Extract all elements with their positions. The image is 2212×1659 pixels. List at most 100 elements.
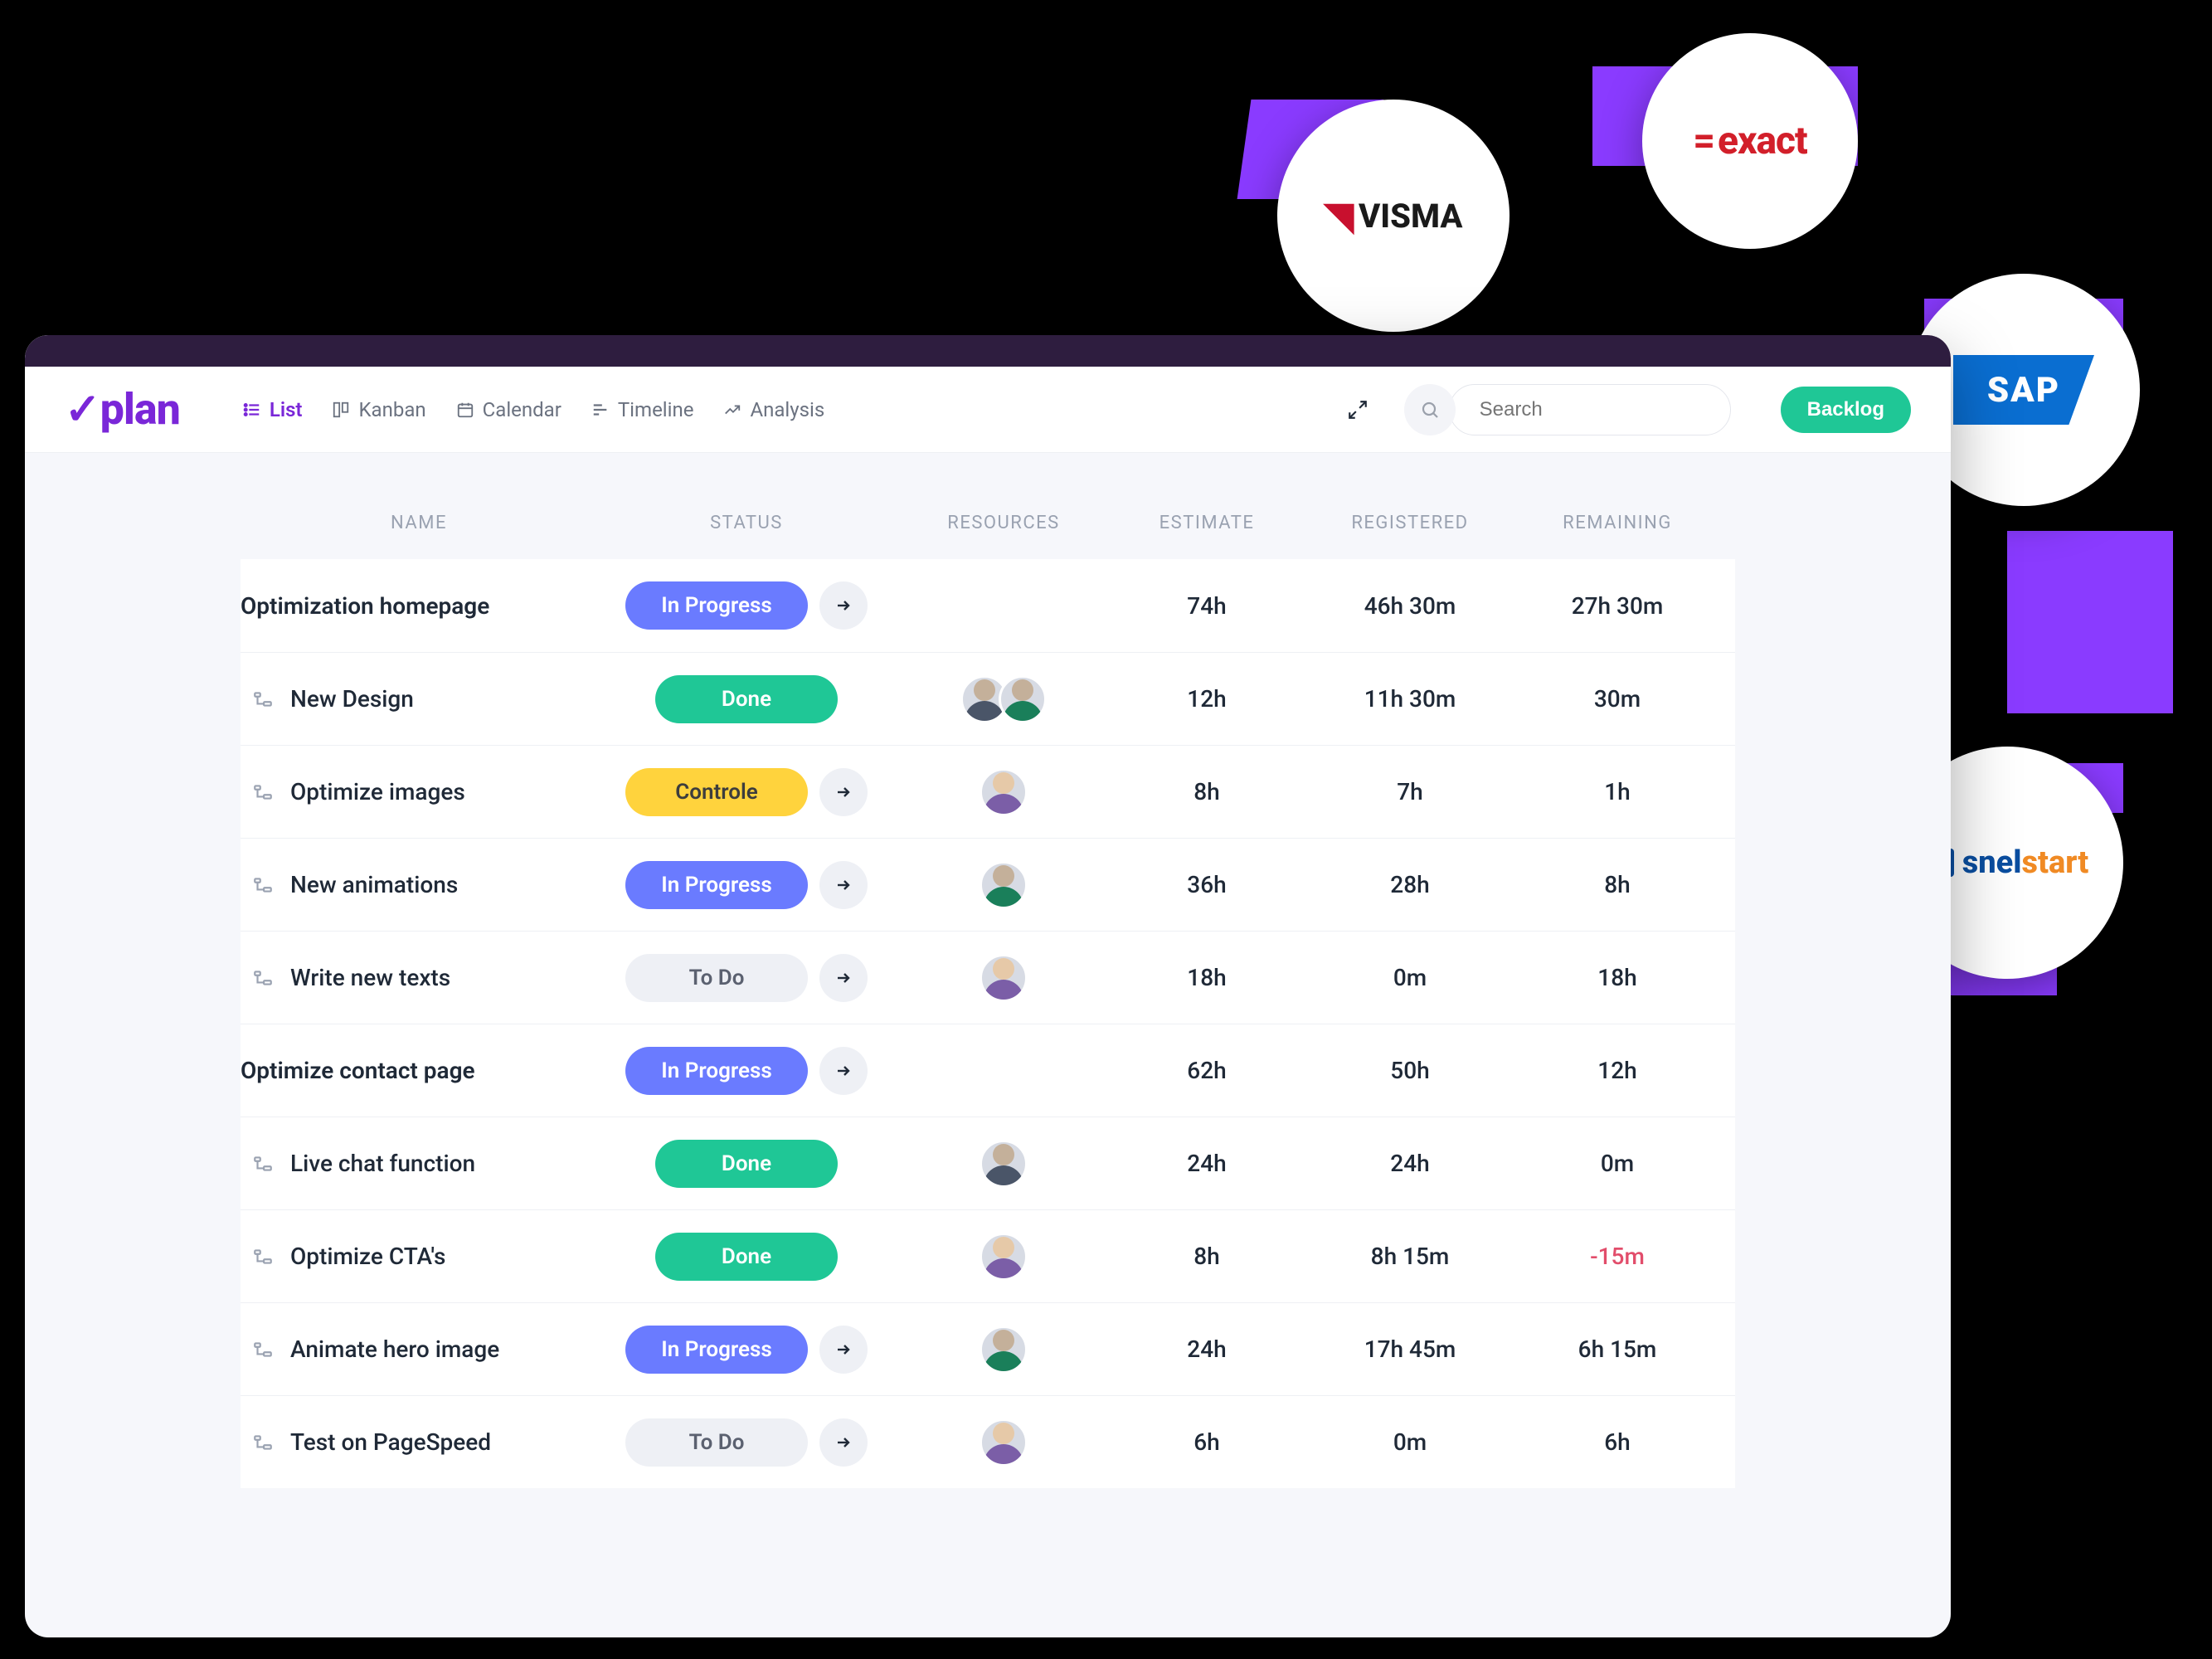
subtask-icon: [252, 1246, 274, 1267]
remaining-cell: 6h 15m: [1518, 1335, 1717, 1363]
calendar-icon: [456, 401, 474, 419]
resources-cell: [896, 1140, 1111, 1188]
expand-button[interactable]: [1341, 393, 1374, 426]
table-row[interactable]: Live chat functionDone24h24h0m: [241, 1117, 1735, 1209]
integration-label: exact: [1718, 119, 1807, 163]
col-remaining: REMAINING: [1518, 513, 1717, 533]
integration-visma: ◥ VISMA: [1277, 100, 1510, 332]
status-advance-button[interactable]: [819, 581, 868, 630]
subtask-icon: [252, 1339, 274, 1360]
status-pill[interactable]: In Progress: [625, 1326, 808, 1374]
tab-label: Calendar: [483, 398, 562, 421]
avatar-stack[interactable]: [980, 861, 1028, 909]
task-name-cell: Write new texts: [241, 964, 597, 991]
view-tabs: List Kanban Calendar Timeline: [243, 398, 824, 421]
resources-cell: [896, 1326, 1111, 1374]
task-name: New animations: [290, 871, 458, 898]
status-pill[interactable]: Done: [655, 1140, 838, 1188]
sap-logo: SAP: [1953, 355, 2094, 425]
status-advance-button[interactable]: [819, 1326, 868, 1374]
status-pill[interactable]: To Do: [625, 1418, 808, 1467]
table-row[interactable]: New Design Done 12h11h 30m30m: [241, 652, 1735, 745]
tab-list[interactable]: List: [243, 398, 303, 421]
remaining-cell: 1h: [1518, 778, 1717, 805]
task-name-cell: New animations: [241, 871, 597, 898]
estimate-cell: 62h: [1111, 1057, 1302, 1084]
subtask-icon: [252, 688, 274, 710]
task-name: Test on PageSpeed: [290, 1428, 491, 1456]
table-row[interactable]: Optimize imagesControle8h7h1h: [241, 745, 1735, 838]
status-advance-button[interactable]: [819, 861, 868, 909]
avatar[interactable]: [980, 768, 1028, 816]
backlog-button[interactable]: Backlog: [1781, 387, 1911, 433]
remaining-cell: 6h: [1518, 1428, 1717, 1456]
table-row[interactable]: Animate hero imageIn Progress24h17h 45m6…: [241, 1302, 1735, 1395]
status-pill[interactable]: Controle: [625, 768, 808, 816]
table-row[interactable]: Optimize contact pageIn Progress62h50h12…: [241, 1024, 1735, 1117]
analysis-icon: [723, 401, 741, 419]
search-input[interactable]: [1449, 384, 1731, 435]
avatar[interactable]: [980, 1233, 1028, 1281]
avatar-stack[interactable]: [980, 1140, 1028, 1188]
search: [1404, 384, 1731, 435]
remaining-cell: 30m: [1518, 685, 1717, 713]
task-name-cell: Optimize CTA's: [241, 1243, 597, 1270]
integration-exact: =exact: [1642, 33, 1858, 249]
status-pill[interactable]: Done: [655, 675, 838, 723]
avatar-stack[interactable]: [980, 1233, 1028, 1281]
window-titlebar: [25, 335, 1951, 367]
tab-calendar[interactable]: Calendar: [456, 398, 562, 421]
avatar-stack[interactable]: [980, 768, 1028, 816]
table-header: NAME STATUS RESOURCES ESTIMATE REGISTERE…: [241, 486, 1735, 559]
avatar[interactable]: [999, 675, 1047, 723]
status-advance-button[interactable]: [819, 768, 868, 816]
integration-label: start: [2021, 844, 2088, 881]
avatar[interactable]: [980, 954, 1028, 1002]
subtask-icon: [252, 1432, 274, 1453]
status-pill[interactable]: To Do: [625, 954, 808, 1002]
table-row[interactable]: Write new textsTo Do18h0m18h: [241, 931, 1735, 1024]
status-pill[interactable]: Done: [655, 1233, 838, 1281]
tab-timeline[interactable]: Timeline: [591, 398, 694, 421]
status-cell: To Do: [597, 1418, 896, 1467]
estimate-cell: 12h: [1111, 685, 1302, 713]
avatar[interactable]: [980, 1418, 1028, 1467]
registered-cell: 11h 30m: [1302, 685, 1518, 713]
status-pill[interactable]: In Progress: [625, 581, 808, 630]
table-row[interactable]: Test on PageSpeedTo Do6h0m6h: [241, 1395, 1735, 1488]
list-icon: [243, 401, 261, 419]
status-advance-button[interactable]: [819, 1047, 868, 1095]
task-name-cell: Optimize contact page: [241, 1057, 597, 1084]
avatar-stack[interactable]: [980, 954, 1028, 1002]
task-name-cell: Test on PageSpeed: [241, 1428, 597, 1456]
status-cell: In Progress: [597, 581, 896, 630]
avatar[interactable]: [980, 1326, 1028, 1374]
integration-label: snel: [1962, 844, 2022, 881]
table-row[interactable]: Optimize CTA'sDone8h8h 15m-15m: [241, 1209, 1735, 1302]
estimate-cell: 6h: [1111, 1428, 1302, 1456]
avatar-stack[interactable]: [980, 1418, 1028, 1467]
status-advance-button[interactable]: [819, 954, 868, 1002]
app-logo: ✓plan: [65, 384, 180, 435]
remaining-cell: 8h: [1518, 871, 1717, 898]
subtask-icon: [252, 874, 274, 896]
status-pill[interactable]: In Progress: [625, 861, 808, 909]
table-row[interactable]: New animationsIn Progress36h28h8h: [241, 838, 1735, 931]
estimate-cell: 24h: [1111, 1335, 1302, 1363]
tab-analysis[interactable]: Analysis: [723, 398, 824, 421]
search-icon[interactable]: [1404, 384, 1456, 435]
task-name-cell: New Design: [241, 685, 597, 713]
task-name-cell: Optimize images: [241, 778, 597, 805]
status-pill[interactable]: In Progress: [625, 1047, 808, 1095]
status-advance-button[interactable]: [819, 1418, 868, 1467]
tab-kanban[interactable]: Kanban: [332, 398, 425, 421]
table-row[interactable]: Optimization homepageIn Progress74h46h 3…: [241, 559, 1735, 652]
avatar-stack[interactable]: [980, 1326, 1028, 1374]
task-name: Optimize contact page: [241, 1057, 475, 1084]
avatar[interactable]: [980, 1140, 1028, 1188]
estimate-cell: 8h: [1111, 1243, 1302, 1270]
subtask-icon: [252, 967, 274, 989]
subtask-icon: [252, 1153, 274, 1175]
avatar-stack[interactable]: [960, 675, 1047, 723]
avatar[interactable]: [980, 861, 1028, 909]
